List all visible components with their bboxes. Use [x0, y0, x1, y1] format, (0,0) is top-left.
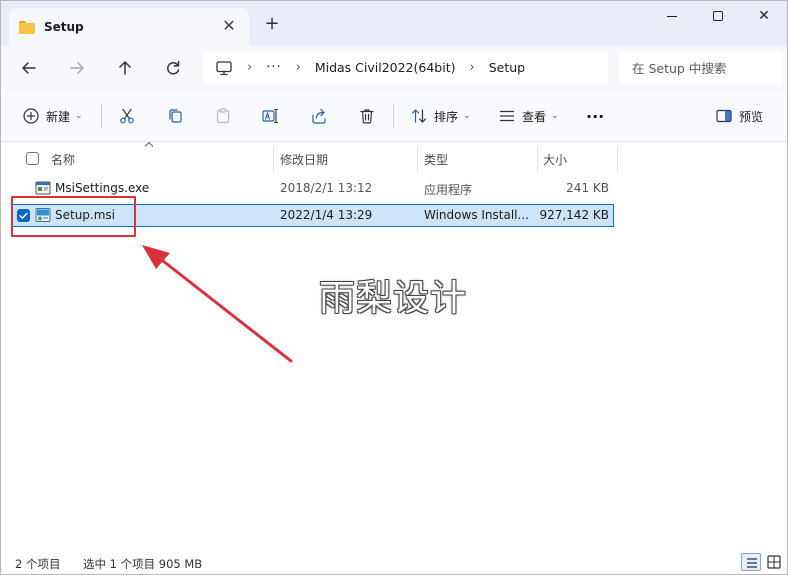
plus-circle-icon [23, 108, 39, 124]
column-divider[interactable] [417, 145, 418, 173]
folder-icon [19, 20, 35, 34]
breadcrumb-item[interactable]: Midas Civil2022(64bit) [315, 60, 456, 75]
preview-pane-button[interactable]: 预览 [715, 105, 763, 127]
address-row: › ··· › Midas Civil2022(64bit) › Setup 在… [1, 46, 787, 90]
delete-button[interactable] [358, 105, 376, 127]
refresh-icon [167, 60, 180, 75]
maximize-icon [713, 11, 723, 21]
trash-icon [360, 109, 374, 124]
watermark-text: 雨梨设计 [319, 278, 468, 319]
refresh-button[interactable] [160, 55, 186, 81]
sort-ascending-icon [144, 141, 154, 147]
address-bar[interactable]: › ··· › Midas Civil2022(64bit) › Setup [203, 51, 608, 84]
search-placeholder: 在 Setup 中搜索 [632, 61, 727, 76]
file-size: 927,142 KB [539, 208, 609, 222]
copy-icon [169, 109, 182, 123]
chevron-down-icon: ⌄ [551, 111, 559, 121]
share-icon [312, 108, 326, 124]
close-button[interactable]: ✕ [741, 1, 787, 33]
new-button[interactable]: 新建 ⌄ [22, 105, 83, 127]
breadcrumb-separator: › [295, 60, 301, 75]
breadcrumb-separator: › [469, 60, 475, 75]
new-tab-button[interactable]: + [261, 13, 283, 35]
preview-pane-icon [716, 109, 732, 123]
rename-button[interactable] [261, 105, 279, 127]
tab-title: Setup [44, 20, 84, 34]
selection-info: 选中 1 个项目 905 MB [83, 557, 203, 571]
clipboard-icon [216, 108, 230, 124]
file-name: MsiSettings.exe [55, 181, 150, 195]
up-button[interactable] [112, 55, 138, 81]
file-modified: 2018/2/1 13:12 [280, 181, 373, 195]
chevron-down-icon: ⌄ [463, 111, 471, 121]
tiles-view-icon [767, 555, 781, 569]
cut-button[interactable] [118, 105, 136, 127]
file-explorer-window: Setup ✕ + ✕ › ··· › Midas Civil2022(64bi [0, 0, 788, 575]
tiles-view-button[interactable] [764, 553, 784, 571]
share-button[interactable] [310, 105, 328, 127]
item-count: 2 个项目 [15, 557, 61, 571]
title-bar: Setup ✕ + ✕ [1, 1, 787, 46]
sort-icon [411, 109, 427, 123]
breadcrumb-item[interactable]: Setup [489, 60, 525, 75]
more-icon: ··· [586, 106, 605, 126]
minimize-icon [667, 15, 677, 17]
toolbar-divider [101, 104, 102, 128]
more-options-button[interactable]: ··· [586, 105, 604, 127]
preview-label: 预览 [739, 109, 764, 124]
highlight-box [11, 196, 136, 237]
column-header-name[interactable]: 名称 [51, 151, 75, 168]
arrow-up-icon [119, 61, 131, 75]
details-view-icon [747, 558, 757, 568]
column-headers: 名称 修改日期 类型 大小 [1, 141, 787, 175]
chevron-down-icon: ⌄ [75, 111, 83, 121]
new-label: 新建 [46, 109, 71, 124]
column-divider[interactable] [537, 145, 538, 173]
view-label: 查看 [522, 109, 547, 124]
tab-close-icon[interactable]: ✕ [219, 16, 239, 36]
annotation-arrow-icon [142, 245, 293, 363]
tab-setup[interactable]: Setup ✕ [9, 8, 249, 46]
exe-file-icon [35, 181, 51, 195]
breadcrumb-overflow[interactable]: ··· [266, 60, 281, 75]
column-header-modified[interactable]: 修改日期 [280, 151, 328, 168]
scissors-icon [120, 108, 134, 124]
status-bar: 2 个项目 选中 1 个项目 905 MB [1, 548, 787, 574]
view-button[interactable]: 查看 ⌄ [498, 105, 559, 127]
file-type: Windows Install... [424, 208, 529, 222]
details-view-button[interactable] [741, 553, 761, 571]
toolbar-divider [393, 104, 394, 128]
file-size: 241 KB [566, 181, 609, 195]
column-divider[interactable] [273, 145, 274, 173]
minimize-button[interactable] [649, 1, 695, 33]
breadcrumb-separator: › [247, 60, 253, 75]
sort-label: 排序 [434, 109, 459, 124]
column-divider[interactable] [617, 145, 618, 173]
arrow-right-icon [70, 62, 84, 74]
sort-button[interactable]: 排序 ⌄ [410, 105, 471, 127]
maximize-button[interactable] [695, 1, 741, 33]
monitor-icon [215, 59, 233, 77]
forward-button[interactable] [64, 55, 90, 81]
view-lines-icon [499, 110, 515, 122]
column-header-type[interactable]: 类型 [424, 151, 448, 168]
select-all-checkbox[interactable] [26, 152, 39, 165]
rename-icon [262, 108, 278, 124]
arrow-left-icon [22, 62, 36, 74]
paste-button[interactable] [214, 105, 232, 127]
column-header-size[interactable]: 大小 [543, 151, 567, 168]
file-type: 应用程序 [424, 183, 473, 197]
back-button[interactable] [16, 55, 42, 81]
command-bar: 新建 ⌄ 排序 ⌄ 查看 ⌄ ··· 预览 [1, 90, 787, 142]
copy-button[interactable] [166, 105, 184, 127]
file-modified: 2022/1/4 13:29 [280, 208, 373, 222]
search-input[interactable]: 在 Setup 中搜索 [619, 51, 783, 84]
